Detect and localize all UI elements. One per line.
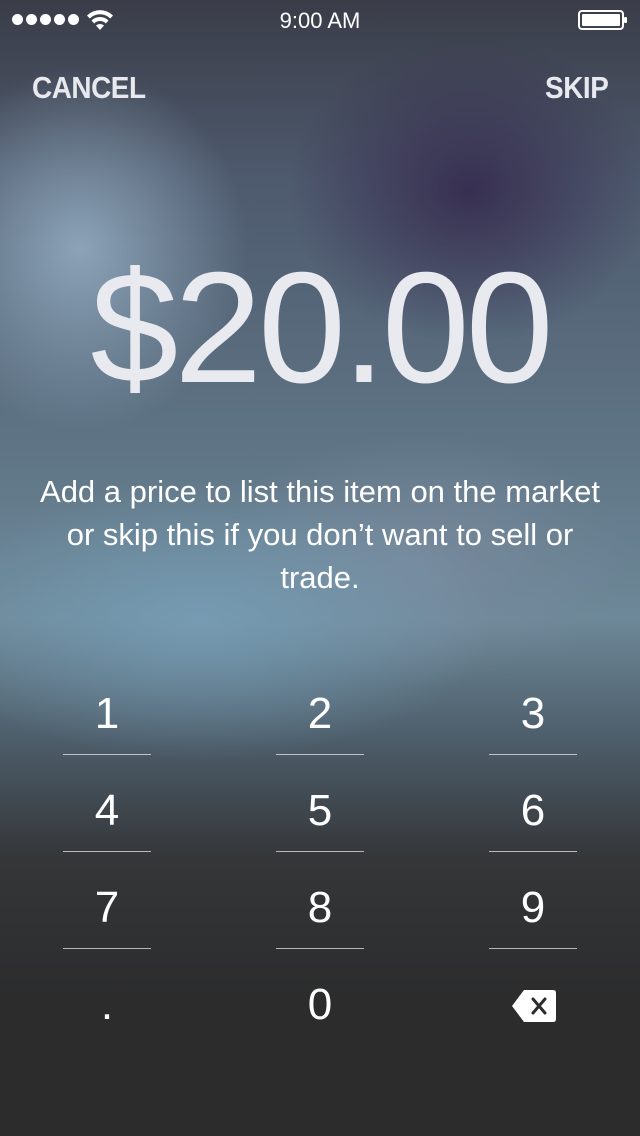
battery-icon <box>578 10 627 30</box>
key-2[interactable]: 2 <box>276 660 364 755</box>
key-8[interactable]: 8 <box>276 854 364 949</box>
key-4[interactable]: 4 <box>63 757 151 852</box>
status-time: 9:00 AM <box>279 8 361 33</box>
key-1[interactable]: 1 <box>63 660 151 755</box>
key-7[interactable]: 7 <box>63 854 151 949</box>
price-display: $20.00 <box>90 240 553 416</box>
skip-button[interactable]: SKIP <box>545 70 609 106</box>
status-bar: 9:00 AM <box>0 0 640 40</box>
price-hint-text: Add a price to list this item on the mar… <box>40 474 600 595</box>
key-decimal[interactable]: . <box>63 951 151 1045</box>
key-6[interactable]: 6 <box>489 757 577 852</box>
key-9[interactable]: 9 <box>489 854 577 949</box>
key-5[interactable]: 5 <box>276 757 364 852</box>
key-3[interactable]: 3 <box>489 660 577 755</box>
key-0[interactable]: 0 <box>276 951 364 1045</box>
backspace-icon[interactable] <box>511 989 557 1023</box>
cancel-button[interactable]: CANCEL <box>32 70 146 106</box>
